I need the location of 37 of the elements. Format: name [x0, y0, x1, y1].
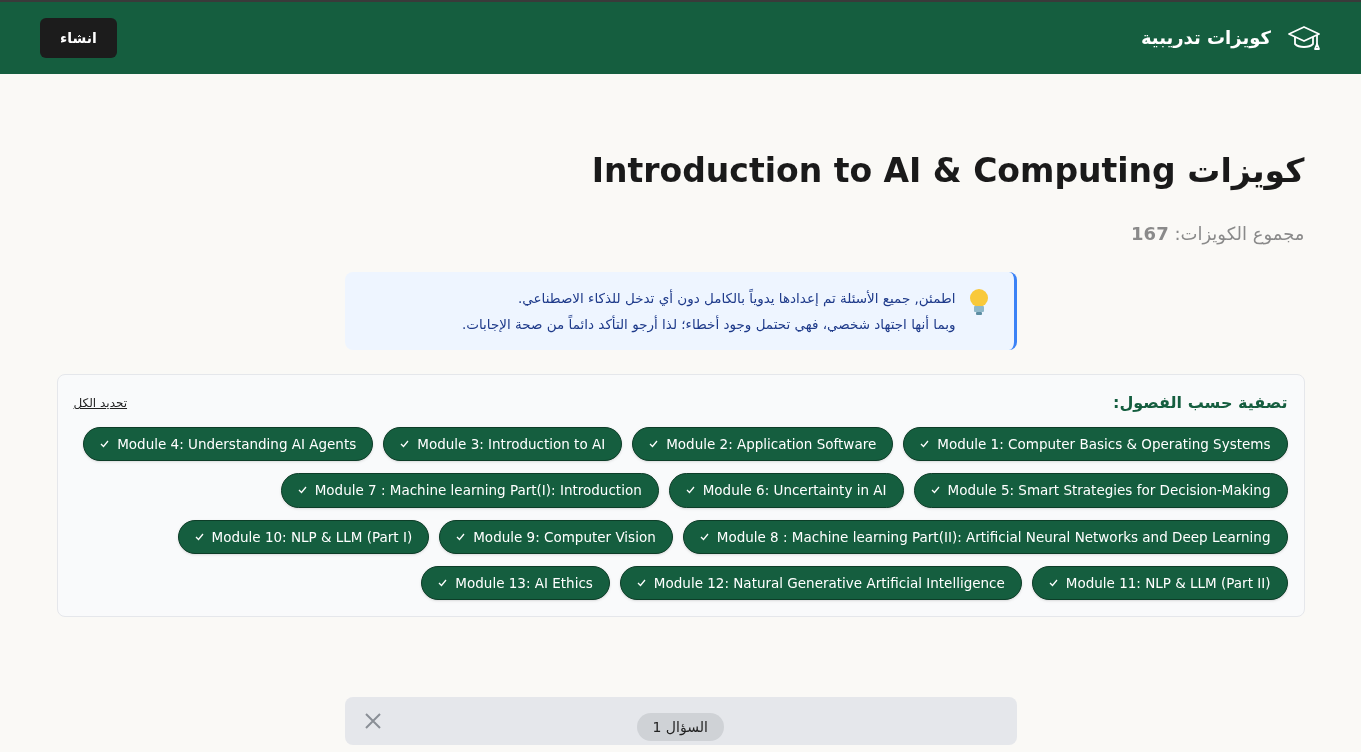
module-filter-chip[interactable]: Module 4: Understanding AI Agents [83, 427, 374, 462]
module-filter-chip[interactable]: Module 9: Computer Vision [439, 519, 673, 554]
create-button[interactable]: انشاء [40, 18, 117, 58]
graduation-cap-icon [1287, 23, 1321, 53]
close-icon[interactable] [364, 713, 381, 729]
filter-title: تصفية حسب الفصول: [1113, 392, 1288, 414]
module-filter-chip[interactable]: Module 8 : Machine learning Part(II): Artificial Neural Networks and Deep Learning [682, 519, 1288, 554]
select-all-link[interactable]: تحديد الكل [73, 395, 128, 411]
check-icon [194, 532, 204, 541]
check-icon [400, 440, 410, 449]
module-filter-chip[interactable]: Module 3: Introduction to AI [383, 427, 623, 462]
check-icon [100, 440, 110, 449]
check-icon [649, 440, 659, 449]
notice-text: اطمئن, جميع الأسئلة تم إعدادها يدوياً بالكامل دون أي تدخل للذكاء الاصطناعي. [517, 288, 956, 308]
light-bulb-icon [967, 287, 990, 316]
check-icon [685, 486, 695, 495]
module-filter-chip[interactable]: Module 1: Computer Basics & Operating Systems [903, 427, 1288, 462]
check-icon [920, 440, 930, 449]
check-icon [438, 578, 448, 587]
check-icon [456, 532, 466, 541]
module-filter-chip[interactable]: Module 5: Smart Strategies for Decision-Making [913, 473, 1288, 508]
check-icon [699, 532, 709, 541]
brand-title: كويزات تدريبية [1140, 26, 1271, 51]
module-filter-chip[interactable]: Module 11: NLP & LLM (Part II) [1031, 565, 1288, 600]
module-filter-chip[interactable]: Module 12: Natural Generative Artificial Intelligence [619, 565, 1022, 600]
module-filter-chip[interactable]: Module 6: Uncertainty in AI [668, 473, 904, 508]
check-icon [930, 486, 940, 495]
check-icon [1048, 578, 1058, 587]
check-icon [297, 486, 307, 495]
module-filter-chip[interactable]: Module 13: AI Ethics [421, 565, 610, 600]
check-icon [636, 578, 646, 587]
module-filter-chip[interactable]: Module 10: NLP & LLM (Part I) [177, 519, 430, 554]
module-filter-chip[interactable]: Module 7 : Machine learning Part(I): Introduction [280, 473, 659, 508]
notice-text: وبما أنها اجتهاد شخصي، فهي تحتمل وجود أخطاء؛ لذا أرجو التأكد دائماً من صحة الإجابات. [462, 314, 956, 334]
page-title: كويزات Introduction to AI & Computing [590, 150, 1305, 193]
module-filter-chip[interactable]: Module 2: Application Software [632, 427, 894, 462]
question-badge: السؤال 1 [636, 713, 724, 741]
